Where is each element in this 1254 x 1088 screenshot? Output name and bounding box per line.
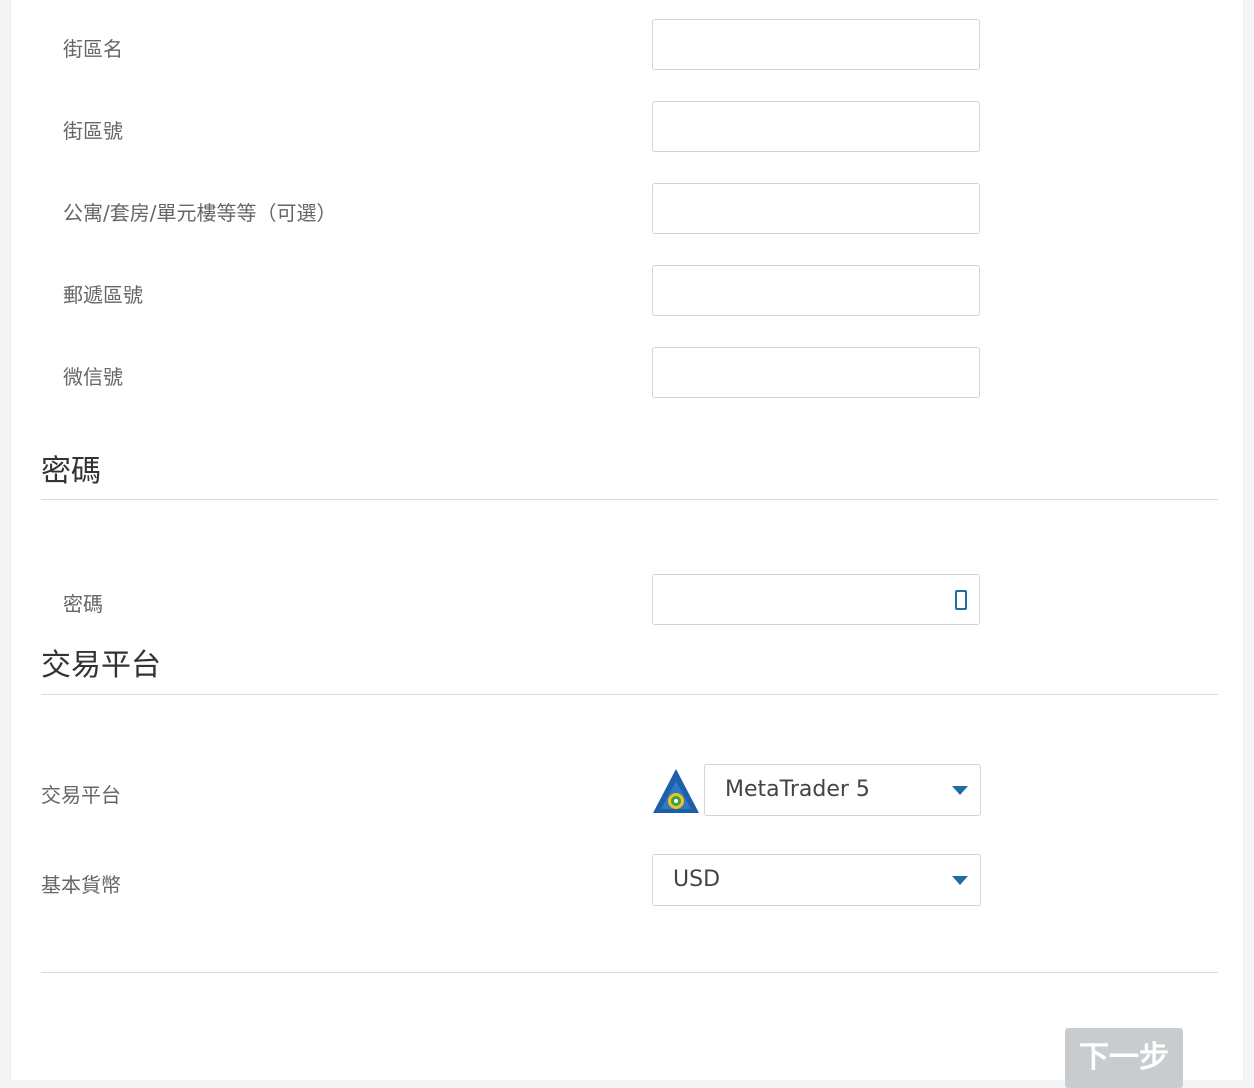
street-name-input[interactable] <box>652 19 980 70</box>
eye-icon[interactable] <box>955 590 967 610</box>
wechat-input[interactable] <box>652 347 980 398</box>
chevron-down-icon <box>952 876 968 885</box>
password-divider <box>41 499 1218 500</box>
street-number-label: 街區號 <box>63 119 123 143</box>
platform-divider <box>41 694 1218 695</box>
street-number-input[interactable] <box>652 101 980 152</box>
currency-label: 基本貨幣 <box>41 873 121 897</box>
footer-divider <box>41 972 1218 973</box>
metatrader-logo-icon <box>653 769 699 813</box>
chevron-down-icon <box>952 786 968 795</box>
apartment-label: 公寓/套房/單元樓等等（可選） <box>63 201 337 225</box>
password-field[interactable] <box>652 574 980 625</box>
currency-select[interactable]: USD <box>652 854 981 906</box>
postal-code-label: 郵遞區號 <box>63 283 143 307</box>
password-label: 密碼 <box>63 592 103 616</box>
platform-label: 交易平台 <box>41 783 121 807</box>
next-button[interactable]: 下一步 <box>1065 1028 1183 1088</box>
apartment-input[interactable] <box>652 183 980 234</box>
postal-code-input[interactable] <box>652 265 980 316</box>
password-section-title: 密碼 <box>41 454 101 489</box>
platform-select-value: MetaTrader 5 <box>725 777 870 802</box>
platform-section-title: 交易平台 <box>41 648 161 683</box>
street-name-label: 街區名 <box>63 37 123 61</box>
platform-select[interactable]: MetaTrader 5 <box>704 764 981 816</box>
form-panel: 街區名 街區號 公寓/套房/單元樓等等（可選） 郵遞區號 微信號 密碼 密碼 交… <box>10 0 1244 1088</box>
currency-select-value: USD <box>673 867 721 892</box>
wechat-label: 微信號 <box>63 365 123 389</box>
